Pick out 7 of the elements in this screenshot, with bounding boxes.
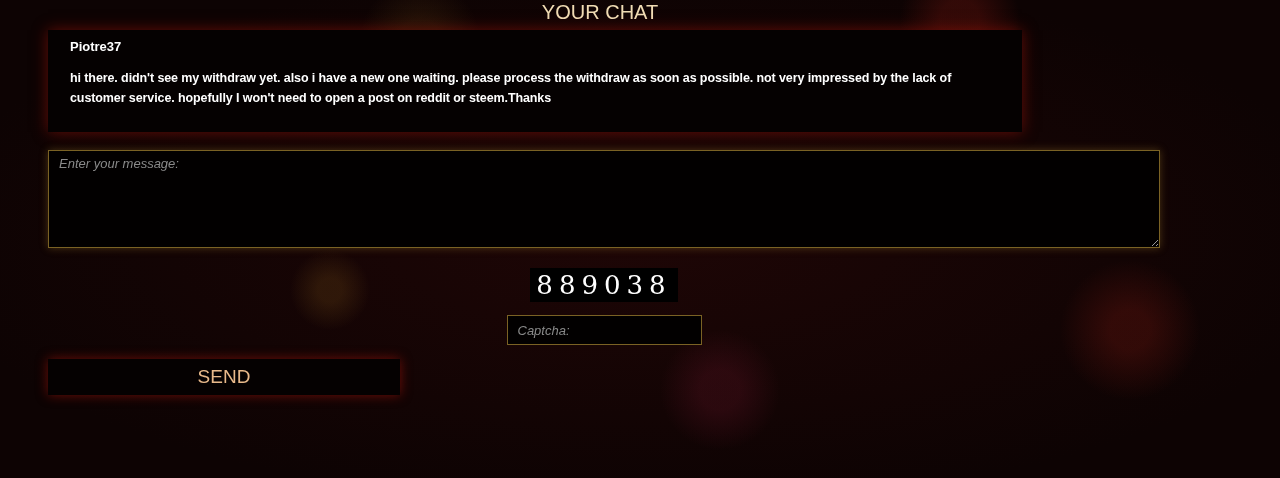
captcha-field[interactable]: Captcha: (506, 315, 702, 345)
captcha-image: 889038 (530, 268, 678, 302)
chat-title: YOUR CHAT (541, 2, 659, 22)
message-field[interactable]: Enter your message: (48, 150, 1160, 248)
message-author: Piotre37 (70, 39, 123, 54)
send-button[interactable]: SEND (48, 359, 400, 395)
message-text: hi there. didn't see my withdraw yet. also i have a new one waiting. please process the withdraw as soon as possible. not very impressed by the lack of customer service. hopefully I won't need to open a post on reddit or steem.Thanks (70, 70, 953, 107)
